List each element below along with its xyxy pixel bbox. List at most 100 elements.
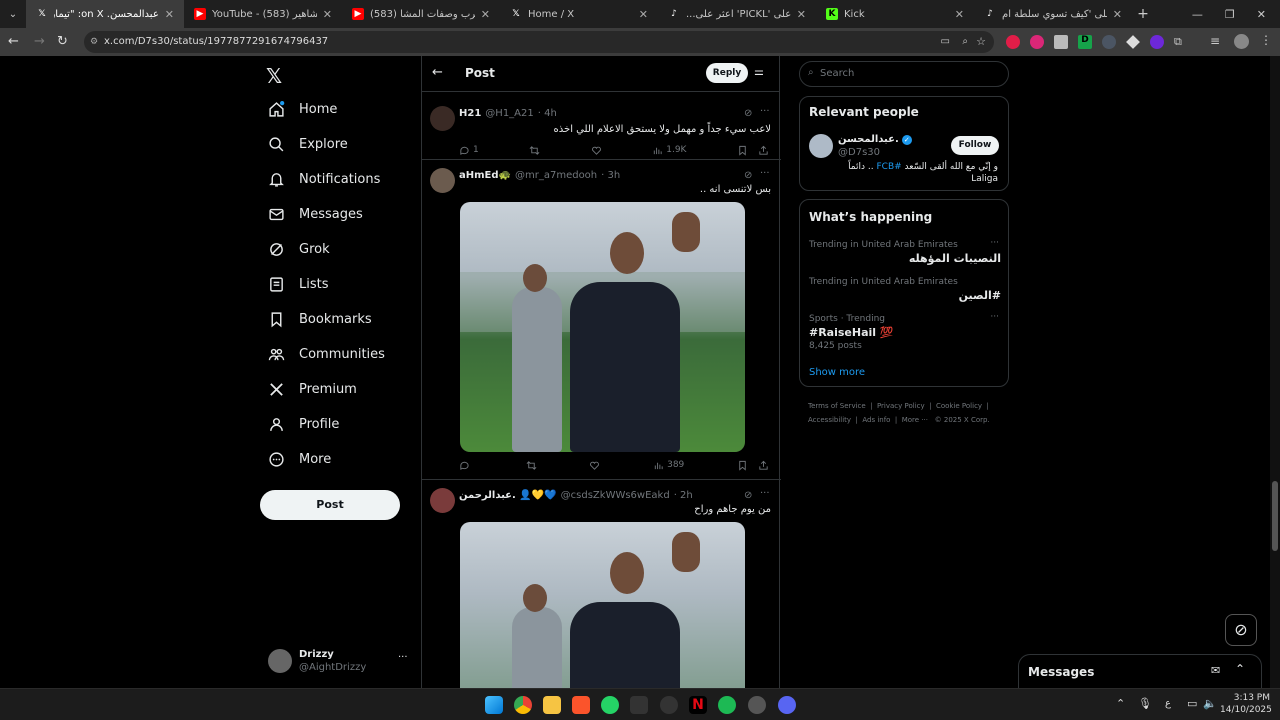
expand-icon[interactable]: ⌃	[1235, 662, 1245, 676]
folder-icon[interactable]	[543, 696, 561, 714]
footer-link[interactable]: Terms of Service	[808, 402, 866, 410]
browser-tab[interactable]: K Kick ✕	[816, 0, 974, 28]
bookmark-icon[interactable]	[737, 145, 748, 156]
trend-item[interactable]: Sports · Trending #RaiseHail 💯 8,425 pos…	[809, 312, 1001, 351]
share-icon[interactable]	[758, 460, 769, 471]
chrome-icon[interactable]	[514, 696, 532, 714]
extension-icon[interactable]	[1006, 35, 1020, 49]
extension-icon[interactable]	[1054, 35, 1068, 49]
scrollbar-thumb[interactable]	[1272, 481, 1278, 551]
more-icon[interactable]: ···	[760, 106, 770, 117]
close-tab-icon[interactable]: ✕	[323, 8, 332, 21]
app-icon[interactable]	[660, 696, 678, 714]
avatar[interactable]	[430, 106, 455, 131]
restore-icon[interactable]: ❐	[1225, 8, 1235, 21]
discord-icon[interactable]	[778, 696, 796, 714]
chevron-up-icon[interactable]: ⌃	[1116, 697, 1125, 710]
author-handle[interactable]: @mr_a7medooh	[515, 170, 597, 181]
close-tab-icon[interactable]: ✕	[165, 8, 174, 21]
x-logo-icon[interactable]: 𝕏	[266, 64, 282, 88]
post-button[interactable]: Post	[260, 490, 400, 520]
reply-button[interactable]: Reply	[706, 63, 748, 83]
back-arrow-icon[interactable]: ←	[432, 65, 443, 80]
windows-start-icon[interactable]	[485, 696, 503, 714]
browser-tab[interactable]: 𝕏 Home / X ✕	[500, 0, 658, 28]
menu-icon[interactable]: ⋮	[1260, 33, 1272, 47]
more-icon[interactable]: ···	[760, 168, 770, 179]
nav-more[interactable]: More	[268, 451, 331, 468]
author-handle[interactable]: @csdsZkWWs6wEakd	[561, 490, 670, 501]
nav-bookmarks[interactable]: Bookmarks	[268, 311, 372, 328]
close-tab-icon[interactable]: ✕	[481, 8, 490, 21]
post-time[interactable]: · 4h	[538, 108, 557, 119]
footer-link[interactable]: Ads info	[862, 416, 890, 424]
author-name[interactable]: aHmEd🐢	[459, 170, 511, 181]
extension-icon[interactable]	[1102, 35, 1116, 49]
post-time[interactable]: · 2h	[674, 490, 693, 501]
post-media-image[interactable]	[460, 522, 745, 688]
trend-item[interactable]: Trending in United Arab Emirates النصيبا…	[809, 238, 1001, 265]
close-tab-icon[interactable]: ✕	[955, 8, 964, 21]
close-tab-icon[interactable]: ✕	[639, 8, 648, 21]
steam-icon[interactable]	[748, 696, 766, 714]
reading-list-icon[interactable]: ≡	[1210, 34, 1220, 48]
account-switcher[interactable]: Drizzy @AightDrizzy ···	[268, 646, 413, 680]
person-handle[interactable]: @D7s30	[838, 147, 880, 158]
nav-messages[interactable]: Messages	[268, 206, 363, 223]
input-language[interactable]: ع	[1165, 698, 1171, 709]
hashtag-link[interactable]: #FCB	[876, 162, 901, 172]
like-action[interactable]	[589, 460, 600, 471]
share-icon[interactable]	[758, 145, 769, 156]
close-tab-icon[interactable]: ✕	[1113, 8, 1122, 21]
grok-icon[interactable]: ⊘	[744, 170, 752, 181]
address-bar[interactable]: ⚙ x.com/D7s30/status/1977877291674796437…	[84, 31, 994, 53]
footer-link[interactable]: Accessibility	[808, 416, 851, 424]
follow-button[interactable]: Follow	[951, 136, 999, 155]
clock[interactable]: 3:13 PM 14/10/2025	[1220, 692, 1272, 716]
reply-action[interactable]: 1	[459, 145, 479, 156]
footer-link[interactable]: Cookie Policy	[936, 402, 982, 410]
forward-icon[interactable]: →	[34, 34, 45, 49]
app-icon[interactable]	[630, 696, 648, 714]
whatsapp-icon[interactable]	[601, 696, 619, 714]
filter-icon[interactable]: ⚌	[754, 65, 764, 78]
reply-post[interactable]: عبدالرحمن. 👤💛💙 @csdsZkWWs6wEakd · 2h ⊘ ·…	[422, 480, 781, 688]
extension-icon[interactable]: D	[1078, 35, 1092, 49]
avatar[interactable]	[430, 488, 455, 513]
reply-post[interactable]: H21 @H1_A21 · 4h ⊘ ··· لاعب سيء جداً و م…	[422, 100, 781, 160]
new-tab-button[interactable]: +	[1132, 6, 1154, 22]
person-name[interactable]: عبدالمحسن.	[838, 134, 899, 145]
back-icon[interactable]: ←	[8, 34, 19, 49]
nav-lists[interactable]: Lists	[268, 276, 329, 293]
nav-profile[interactable]: Profile	[268, 416, 339, 433]
brave-icon[interactable]	[572, 696, 590, 714]
install-icon[interactable]: ▭	[941, 31, 950, 53]
grok-icon[interactable]: ⊘	[744, 108, 752, 119]
grok-icon[interactable]: ⊘	[744, 490, 752, 501]
footer-link[interactable]: Privacy Policy	[877, 402, 925, 410]
reply-post[interactable]: aHmEd🐢 @mr_a7medooh · 3h ⊘ ··· بس لاتنسى…	[422, 160, 781, 480]
views-action[interactable]: 389	[653, 460, 684, 471]
close-window-icon[interactable]: ✕	[1257, 8, 1266, 21]
more-icon[interactable]: ···	[760, 488, 770, 499]
show-more-link[interactable]: Show more	[809, 367, 865, 378]
author-name[interactable]: عبدالرحمن. 👤💛💙	[459, 490, 557, 501]
spotify-icon[interactable]	[718, 696, 736, 714]
bookmark-icon[interactable]	[737, 460, 748, 471]
nav-home[interactable]: Home	[268, 101, 337, 118]
minimize-icon[interactable]: —	[1192, 8, 1203, 21]
browser-tab[interactable]: ♪ اعثر على 'كيف تسوي سلطة ام ...' ✕	[974, 0, 1132, 28]
repost-action[interactable]	[529, 145, 540, 156]
nav-notifications[interactable]: Notifications	[268, 171, 380, 188]
more-icon[interactable]: ···	[990, 238, 999, 248]
views-action[interactable]: 1.9K	[652, 145, 686, 156]
tab-search-button[interactable]: ⌄	[0, 0, 26, 28]
reload-icon[interactable]: ↻	[57, 34, 68, 49]
grok-floating-button[interactable]: ⊘	[1225, 614, 1257, 646]
more-icon[interactable]: ···	[398, 652, 408, 663]
browser-tab[interactable]: ▶ YouTube - اكلات المشاهير (583) ✕	[184, 0, 342, 28]
browser-tab[interactable]: ▶ (583) أكلت اغرب وصفات المشا... ✕	[342, 0, 500, 28]
footer-link[interactable]: More ···	[902, 416, 928, 424]
browser-tab-active[interactable]: 𝕏 عبدالمحسن. on X: "تيمار نسي كيف ✕	[26, 0, 184, 28]
microphone-icon[interactable]: 🎙	[1138, 697, 1152, 710]
